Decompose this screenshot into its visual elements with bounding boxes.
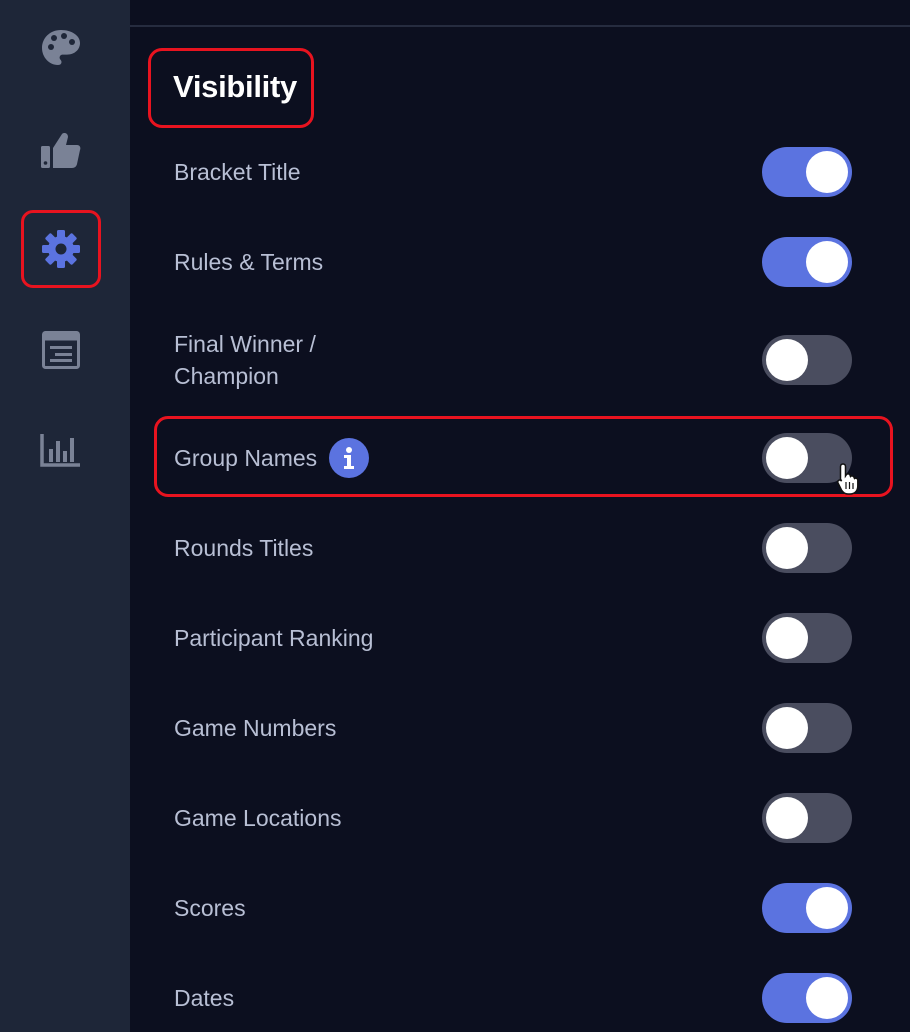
palette-icon <box>42 30 80 65</box>
info-icon[interactable] <box>329 438 370 478</box>
setting-row-group-names: Group Names <box>154 428 884 488</box>
setting-row-game-numbers: Game Numbers <box>154 698 884 758</box>
sidebar-item-design[interactable] <box>21 9 101 87</box>
toggle-knob <box>766 797 808 839</box>
bar-chart-icon <box>40 434 80 467</box>
toggle-knob <box>806 151 848 193</box>
toggle-knob <box>806 977 848 1019</box>
gear-icon <box>42 230 80 268</box>
thumbs-up-icon <box>41 133 81 168</box>
sidebar-item-stats[interactable] <box>21 411 101 489</box>
toggle-knob <box>806 241 848 283</box>
setting-row-rounds-titles: Rounds Titles <box>154 518 884 578</box>
toggle-knob <box>806 887 848 929</box>
toggle-game-numbers[interactable] <box>762 703 852 753</box>
setting-label: Rules & Terms <box>174 249 324 275</box>
setting-row-final-winner: Final Winner / Champion <box>154 330 884 390</box>
browser-window-icon <box>42 331 80 369</box>
sidebar-item-embed[interactable] <box>21 311 101 389</box>
setting-label: Group Names <box>174 445 318 471</box>
toggle-group-names[interactable] <box>762 433 852 483</box>
setting-label: Game Numbers <box>174 715 337 741</box>
toggle-knob <box>766 617 808 659</box>
toggle-knob <box>766 527 808 569</box>
setting-label: Scores <box>174 895 246 921</box>
setting-row-participant-ranking: Participant Ranking <box>154 608 884 668</box>
setting-row-scores: Scores <box>154 878 884 938</box>
toggle-scores[interactable] <box>762 883 852 933</box>
setting-row-rules-terms: Rules & Terms <box>154 232 884 292</box>
setting-label: Bracket Title <box>174 159 301 185</box>
setting-row-bracket-title: Bracket Title <box>154 142 884 202</box>
app-window: Visibility Bracket Title Rules & Terms F… <box>0 0 910 1032</box>
toggle-rounds-titles[interactable] <box>762 523 852 573</box>
sidebar <box>0 0 130 1032</box>
setting-label: Dates <box>174 985 235 1011</box>
divider <box>130 25 910 27</box>
sidebar-item-feedback[interactable] <box>21 111 101 189</box>
toggle-game-locations[interactable] <box>762 793 852 843</box>
setting-label: Final Winner / Champion <box>174 331 316 389</box>
sidebar-item-settings[interactable] <box>21 210 101 288</box>
setting-label-group: Group Names <box>174 438 370 478</box>
toggle-knob <box>766 437 808 479</box>
setting-label: Rounds Titles <box>174 535 314 561</box>
toggle-participant-ranking[interactable] <box>762 613 852 663</box>
section-title: Visibility <box>173 69 297 104</box>
toggle-final-winner[interactable] <box>762 335 852 385</box>
setting-row-dates: Dates <box>154 968 884 1028</box>
section-title-highlight: Visibility <box>148 48 314 128</box>
settings-panel: Visibility Bracket Title Rules & Terms F… <box>130 0 910 1032</box>
toggle-dates[interactable] <box>762 973 852 1023</box>
toggle-knob <box>766 707 808 749</box>
toggle-rules-terms[interactable] <box>762 237 852 287</box>
setting-label: Participant Ranking <box>174 625 374 651</box>
toggle-bracket-title[interactable] <box>762 147 852 197</box>
setting-row-game-locations: Game Locations <box>154 788 884 848</box>
setting-label: Game Locations <box>174 805 342 831</box>
toggle-knob <box>766 339 808 381</box>
